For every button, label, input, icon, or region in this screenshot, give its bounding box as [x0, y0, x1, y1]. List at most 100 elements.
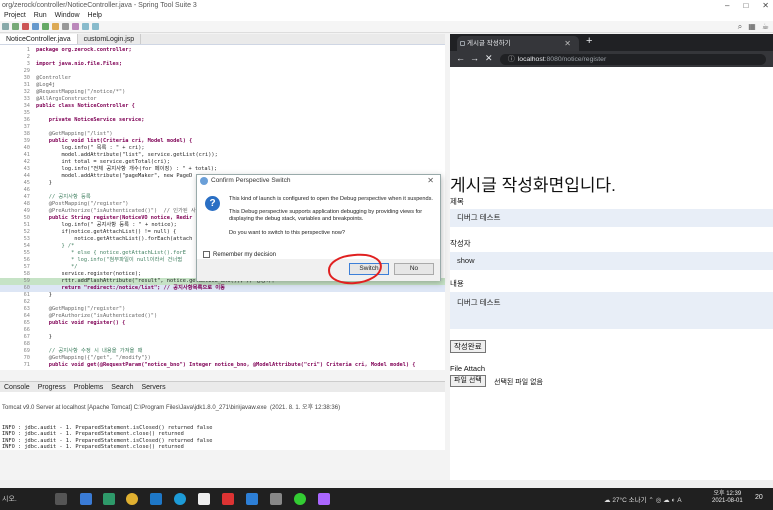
- app-icon[interactable]: [222, 493, 234, 505]
- tab-progress[interactable]: Progress: [38, 382, 66, 392]
- tab-close-icon[interactable]: ✕: [564, 36, 571, 51]
- code-line[interactable]: 37: [0, 124, 445, 131]
- code-line[interactable]: 29: [0, 68, 445, 75]
- code-line[interactable]: 38 @GetMapping("/list"): [0, 131, 445, 138]
- browser-tab[interactable]: 게시글 작성하기 ✕: [457, 36, 579, 51]
- vscode-icon[interactable]: [150, 493, 162, 505]
- volume-icon[interactable]: ◐: [671, 497, 675, 504]
- menu-window[interactable]: Window: [55, 11, 80, 21]
- line-number: 45: [23, 180, 30, 186]
- toolbar-search-icon[interactable]: [62, 23, 69, 30]
- ime-indicator[interactable]: A: [677, 497, 681, 504]
- writer-input[interactable]: show: [450, 252, 773, 270]
- minimize-icon[interactable]: –: [725, 0, 729, 11]
- code-line[interactable]: 70 @GetMapping({"/get", "/modify"}): [0, 355, 445, 362]
- code-line[interactable]: 63 @GetMapping("/register"): [0, 306, 445, 313]
- code-line[interactable]: 61 }: [0, 292, 445, 299]
- code-line[interactable]: 30 @Controller: [0, 75, 445, 82]
- remember-checkbox[interactable]: Remember my decision: [203, 251, 276, 258]
- code-line[interactable]: 36 private NoticeService service;: [0, 117, 445, 124]
- chat-icon[interactable]: [246, 493, 258, 505]
- close-icon[interactable]: ✕: [762, 0, 769, 11]
- code-line[interactable]: 2: [0, 54, 445, 61]
- notification-badge[interactable]: 20: [755, 494, 763, 501]
- tab-console[interactable]: Console: [4, 382, 30, 392]
- code-line[interactable]: 62: [0, 299, 445, 306]
- toolbar-debug-icon[interactable]: [32, 23, 39, 30]
- submit-button[interactable]: 작성완료: [450, 340, 486, 353]
- tray-chevron-icon[interactable]: ⌃: [648, 497, 653, 504]
- info-icon[interactable]: ⓘ: [508, 56, 515, 63]
- network-icon[interactable]: ◎: [656, 497, 662, 504]
- code-line[interactable]: 43 log.info("전체 공지사항 개수(for 페이징) : " + t…: [0, 166, 445, 173]
- forward-icon[interactable]: →: [470, 53, 479, 63]
- code-line[interactable]: 66: [0, 327, 445, 334]
- toolbar-stop-icon[interactable]: [22, 23, 29, 30]
- file-choose-button[interactable]: 파일 선택: [450, 375, 486, 387]
- code-line[interactable]: 32 @RequestMapping("/notice/*"): [0, 89, 445, 96]
- messenger-icon[interactable]: [294, 493, 306, 505]
- edge-icon[interactable]: [174, 493, 186, 505]
- code-line[interactable]: 33 @AllArgsConstructor: [0, 96, 445, 103]
- menu-run[interactable]: Run: [34, 11, 47, 21]
- code-line[interactable]: 40 log.info(" 목록 : " + cri);: [0, 145, 445, 152]
- code-line[interactable]: 65 public void register() {: [0, 320, 445, 327]
- tab-search[interactable]: Search: [111, 382, 133, 392]
- clock[interactable]: 오후 12:39 2021-08-01: [712, 491, 743, 505]
- toolbar-server-icon[interactable]: [42, 23, 49, 30]
- perspective-icon[interactable]: ▦: [748, 22, 756, 32]
- menu-project[interactable]: Project: [4, 11, 26, 21]
- chrome-icon[interactable]: [126, 493, 138, 505]
- code-line[interactable]: 3 import java.nio.file.Files;: [0, 61, 445, 68]
- new-tab-icon[interactable]: +: [586, 35, 592, 47]
- toolbar-run-icon[interactable]: [12, 23, 19, 30]
- title-input[interactable]: 디버그 테스트: [450, 209, 773, 227]
- line-number: 49: [23, 208, 30, 214]
- tab-servers[interactable]: Servers: [141, 382, 165, 392]
- code-line[interactable]: 71 public void get(@RequestParam("notice…: [0, 362, 445, 369]
- tab-custom-login[interactable]: customLogin.jsp: [78, 34, 142, 44]
- toolbar-new-icon[interactable]: [52, 23, 59, 30]
- toolbar-nav-forward-icon[interactable]: [92, 23, 99, 30]
- tab-notice-controller[interactable]: NoticeController.java: [0, 34, 78, 44]
- close-icon[interactable]: ✕: [427, 175, 434, 187]
- code-line[interactable]: 42 int total = service.getTotal(cri);: [0, 159, 445, 166]
- sts-icon[interactable]: [103, 493, 115, 505]
- code-line[interactable]: 1 package org.zerock.controller;: [0, 47, 445, 54]
- weather-text[interactable]: 27°C 소나기: [612, 497, 646, 504]
- line-number: 37: [23, 124, 30, 130]
- code-line[interactable]: 34 public class NoticeController {: [0, 103, 445, 110]
- code-line[interactable]: 69 // 공지사항 수정 시 내용을 가져올 때: [0, 348, 445, 355]
- code-text: @PostMapping("/register"): [36, 201, 129, 207]
- back-icon[interactable]: ←: [456, 53, 465, 63]
- toolbar-save-icon[interactable]: [2, 23, 9, 30]
- maximize-icon[interactable]: □: [743, 0, 748, 11]
- document-icon[interactable]: [198, 493, 210, 505]
- task-view-icon[interactable]: [55, 493, 67, 505]
- search-icon[interactable]: ⌕: [738, 22, 742, 32]
- weather-icon[interactable]: ☁: [604, 497, 611, 504]
- content-textarea[interactable]: 디버그 테스트: [450, 292, 773, 329]
- toolbar-nav-back-icon[interactable]: [82, 23, 89, 30]
- extra-app-icon[interactable]: [318, 493, 330, 505]
- menu-help[interactable]: Help: [88, 11, 102, 21]
- code-line[interactable]: 67 }: [0, 334, 445, 341]
- cloud-icon[interactable]: ☁: [663, 497, 670, 504]
- perspective-java-icon[interactable]: ☕: [762, 22, 769, 32]
- stop-icon[interactable]: ✕: [485, 53, 493, 64]
- code-line[interactable]: 60 return "redirect:/notice/list"; // 공지…: [0, 285, 445, 292]
- no-button[interactable]: No: [394, 263, 434, 275]
- code-line[interactable]: 35: [0, 110, 445, 117]
- terminal-icon[interactable]: [270, 493, 282, 505]
- code-line[interactable]: 39 public void list(Criteria cri, Model …: [0, 138, 445, 145]
- code-line[interactable]: 64 @PreAuthorize("isAuthenticated()"): [0, 313, 445, 320]
- tab-problems[interactable]: Problems: [74, 382, 104, 392]
- horizontal-scrollbar[interactable]: ‹: [4, 442, 440, 448]
- checkbox-box[interactable]: [203, 251, 210, 258]
- code-line[interactable]: 41 model.addAttribute("list", service.ge…: [0, 152, 445, 159]
- code-line[interactable]: 31 @Log4j: [0, 82, 445, 89]
- file-explorer-icon[interactable]: [80, 493, 92, 505]
- url-bar[interactable]: ⓘ localhost:8080/notice/register: [500, 54, 766, 65]
- code-line[interactable]: 68: [0, 341, 445, 348]
- toolbar-pin-icon[interactable]: [72, 23, 79, 30]
